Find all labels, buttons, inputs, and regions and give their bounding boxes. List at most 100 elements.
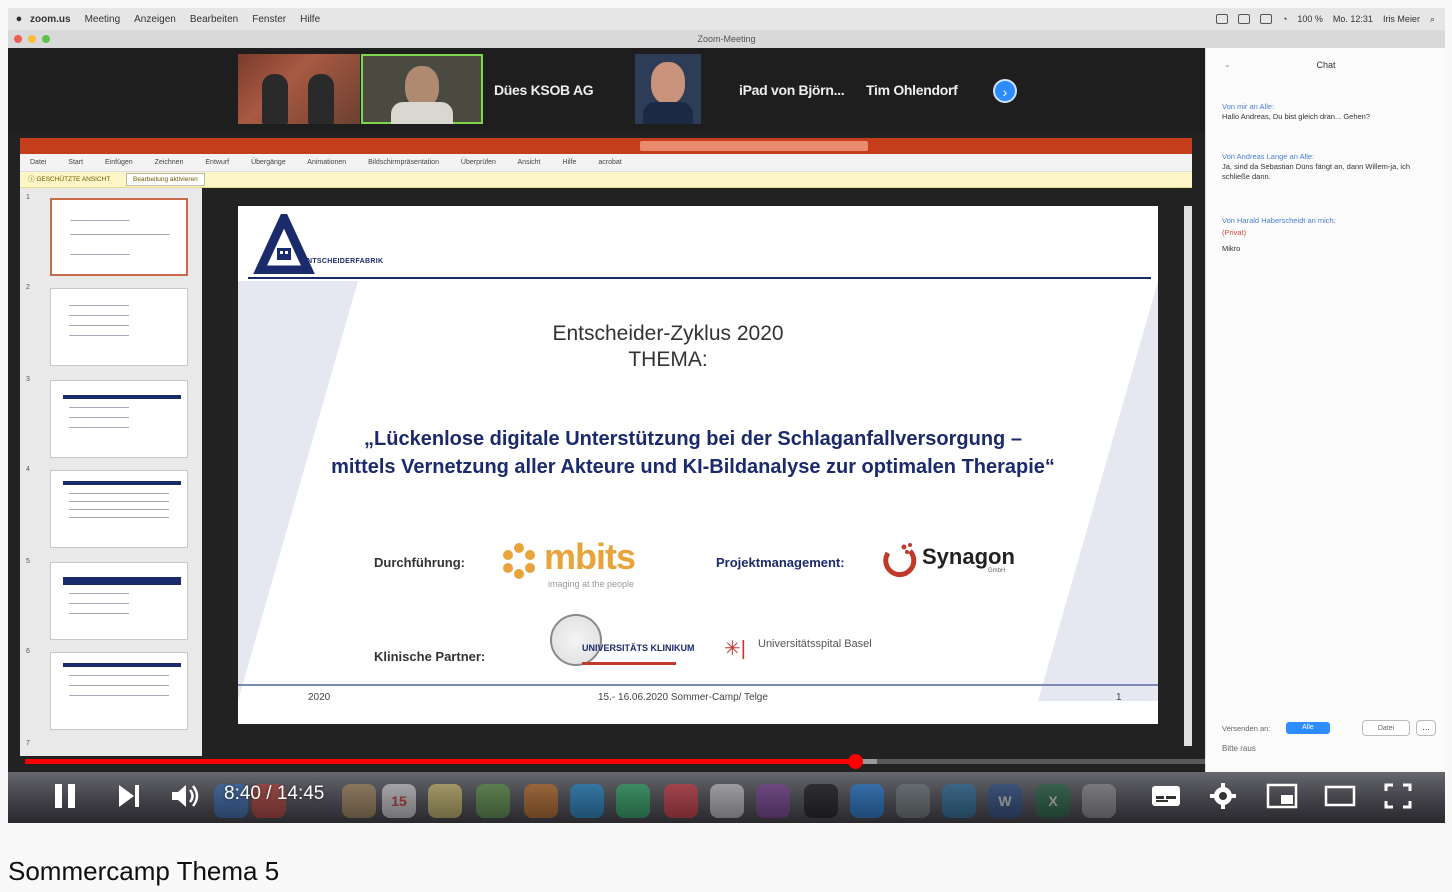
slide-thumbnail[interactable]: [50, 470, 188, 548]
ppt-tab[interactable]: Start: [68, 159, 83, 166]
time-display: 8:40 / 14:45: [224, 783, 325, 804]
usb-name: Universitätsspital Basel: [758, 638, 872, 650]
progress-played: [25, 759, 855, 764]
thumbnail-bar: [63, 577, 181, 585]
slide-thumbnail[interactable]: [50, 652, 188, 730]
chat-message: Mikro: [1222, 244, 1241, 253]
spotlight-icon: ⌕: [1429, 13, 1435, 24]
airplay-icon: [1237, 14, 1250, 24]
participant-video-active-speaker: [361, 54, 483, 124]
theater-mode-button[interactable]: [1322, 782, 1358, 810]
slide-footer-rule: [238, 684, 1158, 686]
ppt-tab[interactable]: Entwurf: [205, 159, 229, 166]
slide-thumbnail[interactable]: [50, 380, 188, 458]
mbits-logo-text: mbits: [544, 536, 636, 577]
ppt-tab[interactable]: acrobat: [598, 159, 621, 166]
chat-private-tag: (Privat): [1222, 228, 1247, 237]
slide-thumbnail-pane: 1 2 3 4 5 6 7: [20, 188, 202, 756]
execution-label: Durchführung:: [374, 555, 465, 570]
menu-app: zoom.us: [30, 13, 71, 25]
volume-button[interactable]: [168, 782, 204, 810]
menu-meeting: Meeting: [84, 13, 121, 25]
ppt-tab[interactable]: Einfügen: [105, 159, 133, 166]
usb-logo-icon: ✳|: [724, 638, 746, 660]
ppt-titlebar: [20, 138, 1192, 154]
thumbnail-number: 6: [26, 648, 30, 655]
ppt-tab[interactable]: Übergänge: [251, 159, 286, 166]
ppt-ribbon-tabs: Datei Start Einfügen Zeichnen Entwurf Üb…: [20, 154, 1192, 172]
fullscreen-icon: [1384, 783, 1412, 809]
person-body: [643, 102, 693, 124]
thumbnail-line: [69, 685, 169, 686]
thumbnail-bar: [63, 481, 181, 485]
protected-view-bar: ⓘ GESCHÜTZTE ANSICHT Bearbeitung aktivie…: [20, 172, 1192, 188]
chat-recipient-select[interactable]: Alle: [1286, 722, 1330, 734]
menu-edit: Bearbeiten: [189, 13, 239, 25]
mbits-tagline: imaging at the people: [548, 579, 635, 589]
miniplayer-button[interactable]: [1264, 782, 1300, 810]
subtitles-icon: [1152, 786, 1180, 806]
ppt-tab[interactable]: Bildschirmpräsentation: [368, 159, 439, 166]
participant-video-1: [238, 54, 360, 124]
chat-title: Chat: [1316, 60, 1336, 70]
mbits-flower-icon: [503, 543, 535, 579]
ppt-tab[interactable]: Datei: [30, 159, 46, 166]
thumbnail-line: [69, 675, 169, 676]
synagon-logo-icon: [883, 543, 917, 578]
gear-icon: [1210, 783, 1236, 809]
project-management-label: Projektmanagement:: [716, 555, 845, 570]
zoom-tray-icon: [1215, 14, 1228, 24]
slide-thumbnail[interactable]: [50, 562, 188, 640]
logo-text: ENTSCHEIDERFABRIK: [302, 258, 384, 265]
thumbnail-line: [69, 417, 129, 418]
menu-view: Anzeigen: [134, 13, 176, 25]
chat-more-button[interactable]: …: [1416, 720, 1436, 736]
ppt-tab[interactable]: Ansicht: [518, 159, 541, 166]
pause-button[interactable]: [48, 782, 82, 810]
enable-editing-button[interactable]: Bearbeitung aktivieren: [126, 173, 205, 186]
thumbnail-line: [69, 325, 129, 326]
subtitles-button[interactable]: [1148, 782, 1184, 810]
next-participants-button[interactable]: ›: [993, 79, 1017, 103]
theater-mode-icon: [1324, 785, 1356, 807]
ppt-scrollbar[interactable]: [1184, 206, 1192, 746]
fullscreen-button[interactable]: [1380, 782, 1416, 810]
display-icon: [1259, 14, 1272, 24]
video-player[interactable]: ● zoom.us Meeting Anzeigen Bearbeiten Fe…: [8, 8, 1445, 823]
thumbnail-line: [69, 695, 169, 696]
chat-message: Ja, sind da Sebastian Düns fängt an, dan…: [1222, 162, 1411, 181]
ppt-tab[interactable]: Zeichnen: [155, 159, 184, 166]
ppt-tab[interactable]: Animationen: [307, 159, 346, 166]
settings-button[interactable]: [1206, 782, 1240, 810]
thumbnail-line: [69, 335, 129, 336]
video-title: Sommercamp Thema 5: [8, 856, 280, 886]
maximize-window-icon: [42, 35, 50, 43]
chat-input[interactable]: Bitte raus: [1222, 744, 1432, 753]
thumbnail-number: 3: [26, 376, 30, 383]
university-logo-bar: [582, 662, 676, 665]
shared-screen: Datei Start Einfügen Zeichnen Entwurf Üb…: [8, 132, 1205, 772]
chat-message: Hallo Andreas, Du bist gleich dran... Ge…: [1222, 112, 1371, 121]
clock: Mo. 12:31: [1332, 14, 1373, 24]
thumbnail-line: [69, 501, 169, 502]
menu-window: Fenster: [252, 13, 287, 25]
thumbnail-line: [69, 493, 169, 494]
ppt-tab[interactable]: Hilfe: [562, 159, 576, 166]
next-button[interactable]: [112, 782, 146, 810]
slide-title-line: mittels Vernetzung aller Akteure und KI-…: [331, 456, 1055, 478]
thumbnail-bar: [63, 395, 181, 399]
ppt-tab[interactable]: Überprüfen: [461, 159, 496, 166]
ppt-search-box[interactable]: [640, 141, 868, 151]
synagon-logo-text: Synagon: [922, 544, 1015, 569]
volume-icon: [172, 785, 199, 807]
slide-thumbnail[interactable]: [50, 198, 188, 276]
progress-bar[interactable]: [25, 754, 1436, 769]
thumbnail-line: [69, 315, 129, 316]
person-head: [651, 62, 685, 104]
thumbnail-line: [69, 613, 129, 614]
slide-thumbnail[interactable]: [50, 288, 188, 366]
progress-scrubber[interactable]: [847, 754, 863, 769]
chat-file-button[interactable]: Datei: [1362, 720, 1410, 736]
slide-canvas: ENTSCHEIDERFABRIK Entscheider-Zyklus 202…: [238, 206, 1158, 724]
pause-icon: [55, 784, 75, 808]
